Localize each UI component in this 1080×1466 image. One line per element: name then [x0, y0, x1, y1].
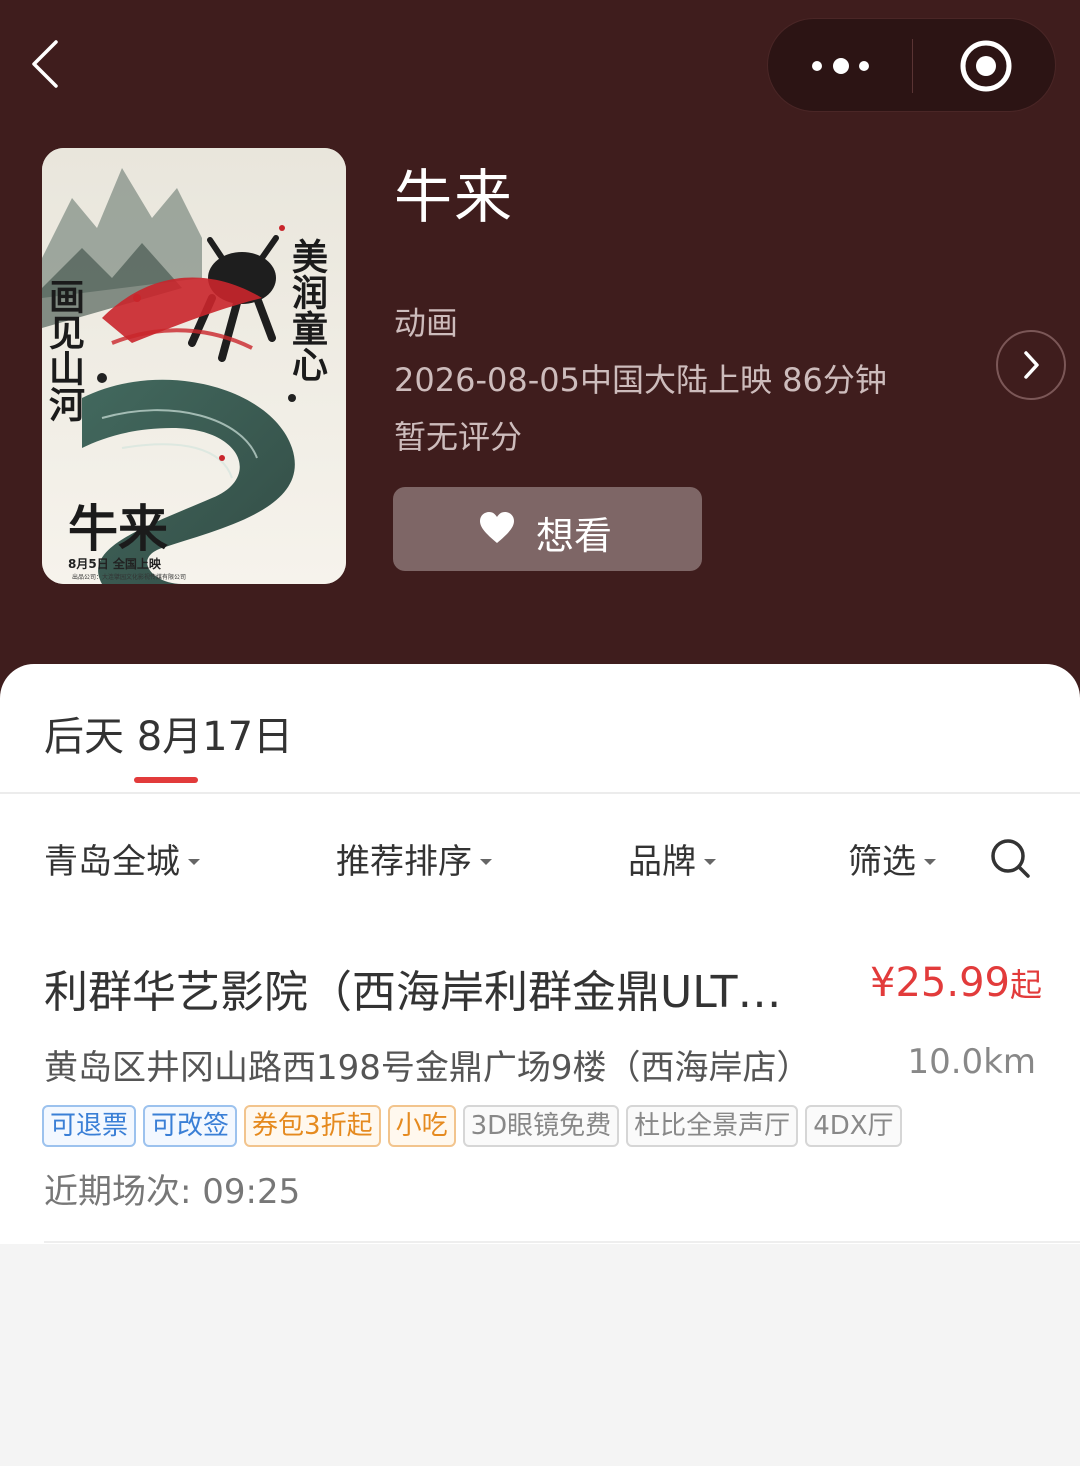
cinema-distance: 10.0km — [907, 1042, 1036, 1082]
movie-release-info: 2026-08-05中国大陆上映 86分钟 — [394, 361, 887, 399]
caret-down-icon — [188, 858, 200, 865]
search-icon — [991, 839, 1030, 878]
caret-down-icon — [924, 858, 936, 865]
target-icon — [960, 40, 1012, 92]
price-value: ¥25.99 — [870, 960, 1010, 1006]
cinema-tags: 可退票 可改签 券包3折起 小吃 3D眼镜免费 杜比全景声厅 4DX厅 — [42, 1105, 902, 1147]
tag-snacks: 小吃 — [387, 1105, 456, 1147]
movie-poster[interactable]: 画见山河 美润童心 牛来 8月5日 全国上映 出品公司：大连擘园文化影视传媒有限… — [42, 148, 346, 584]
more-dots-icon — [812, 58, 869, 74]
poster-title-text: 牛来 — [68, 499, 168, 558]
poster-slogan-left: 画见山河 — [43, 278, 85, 422]
poster-slogan-right: 美润童心 — [286, 238, 328, 382]
tag-3d-glasses: 3D眼镜免费 — [462, 1105, 620, 1147]
poster-artwork: 画见山河 美润童心 牛来 8月5日 全国上映 出品公司：大连擘园文化影视传媒有限… — [42, 148, 346, 584]
heart-icon — [480, 512, 514, 543]
tag-changeable: 可改签 — [143, 1105, 238, 1147]
poster-credit-text: 出品公司：大连擘园文化影视传媒有限公司 — [72, 573, 186, 581]
cinema-price: ¥25.99起 — [870, 960, 1042, 1006]
city-filter-label: 青岛全城 — [44, 842, 180, 882]
movie-genre: 动画 — [394, 304, 459, 342]
poster-date-text: 8月5日 全国上映 — [68, 556, 162, 571]
list-divider — [44, 1241, 1080, 1243]
cinema-address: 黄岛区井冈山路西198号金鼎广场9楼（西海岸店） — [44, 1048, 811, 1088]
brand-filter[interactable]: 品牌 — [628, 834, 716, 883]
more-filter[interactable]: 筛选 — [848, 834, 936, 883]
caret-down-icon — [704, 858, 716, 865]
movie-detail-button[interactable] — [996, 330, 1066, 400]
movie-header: 画见山河 美润童心 牛来 8月5日 全国上映 出品公司：大连擘园文化影视传媒有限… — [0, 0, 1080, 700]
sort-filter[interactable]: 推荐排序 — [336, 834, 492, 883]
showtimes-sheet: 后天 8月17日 青岛全城 推荐排序 品牌 筛选 利群华艺影院（西海岸利群金鼎U… — [0, 664, 1080, 1244]
tab-divider — [0, 792, 1080, 794]
chevron-right-icon — [1024, 351, 1039, 379]
brand-filter-label: 品牌 — [628, 842, 696, 882]
more-button[interactable] — [768, 19, 912, 113]
date-tab[interactable]: 后天 8月17日 — [44, 704, 293, 762]
price-suffix: 起 — [1009, 966, 1042, 1004]
want-to-watch-label: 想看 — [536, 514, 613, 558]
movie-title: 牛来 — [394, 163, 515, 231]
city-filter[interactable]: 青岛全城 — [44, 834, 200, 883]
recent-showtimes: 近期场次: 09:25 — [44, 1172, 301, 1212]
chevron-left-icon — [32, 40, 58, 88]
want-to-watch-button[interactable]: 想看 — [393, 487, 702, 571]
tag-dolby-atmos: 杜比全景声厅 — [626, 1105, 799, 1147]
movie-rating: 暂无评分 — [394, 418, 523, 456]
more-filter-label: 筛选 — [848, 842, 916, 882]
cinema-name[interactable]: 利群华艺影院（西海岸利群金鼎ULT… — [44, 956, 854, 1020]
search-button[interactable] — [988, 836, 1032, 880]
close-miniapp-button[interactable] — [913, 19, 1057, 113]
tag-coupon-pack: 券包3折起 — [244, 1105, 381, 1147]
tag-4dx: 4DX厅 — [805, 1105, 902, 1147]
tag-refundable: 可退票 — [42, 1105, 137, 1147]
caret-down-icon — [480, 858, 492, 865]
tab-indicator — [134, 777, 198, 783]
sort-filter-label: 推荐排序 — [336, 842, 472, 882]
miniapp-capsule — [767, 18, 1056, 112]
back-button[interactable] — [24, 34, 74, 94]
